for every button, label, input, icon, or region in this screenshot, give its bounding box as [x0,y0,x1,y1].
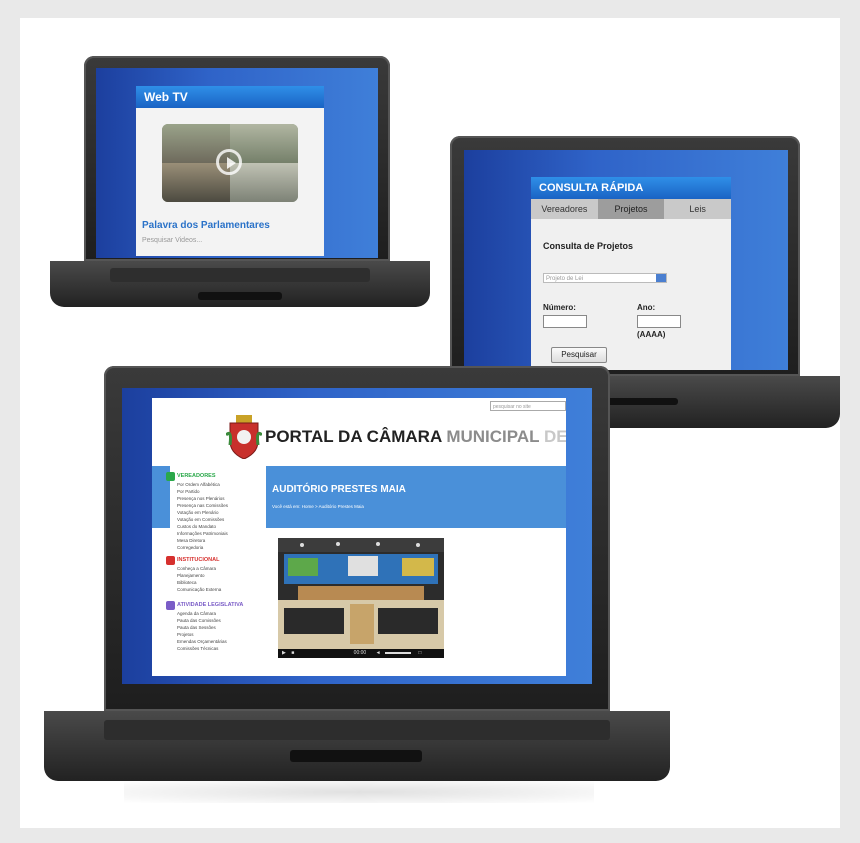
video-controls[interactable]: ▶ ■ 00:00 ◄ □ [278,649,444,658]
laptop-webtv: Web TV Palavra dos Parlamentares Pesquis… [50,56,430,326]
volume-slider[interactable] [384,651,411,654]
portal-page: pesquisar no site PORTAL DA CÂMARA MUNIC… [152,398,566,676]
webtv-search-link[interactable]: Pesquisar Videos... [142,237,202,244]
consulta-section-title: Consulta de Projetos [543,241,634,251]
consulta-header: CONSULTA RÁPIDA [531,177,731,199]
ano-format-hint: (AAAA) [637,330,666,339]
page-title: AUDITÓRIO PRESTES MAIA [272,484,406,495]
portal-title-part2: MUNICIPAL [446,427,540,446]
numero-input[interactable] [543,315,587,328]
institucional-icon [166,556,175,565]
ano-input[interactable] [637,315,681,328]
sidebar-item[interactable]: Comissões Técnicas [177,646,218,651]
fullscreen-icon[interactable]: □ [418,650,421,656]
portal-title: PORTAL DA CÂMARA MUNICIPAL DE SÃ [265,427,566,447]
sidebar-item[interactable]: Votação em Comissões [177,517,224,522]
play-icon[interactable] [216,149,242,175]
consulta-tabs: Vereadores Projetos Leis [531,199,731,219]
laptop-portal-screen: pesquisar no site PORTAL DA CÂMARA MUNIC… [122,388,592,684]
page-banner: AUDITÓRIO PRESTES MAIA Você está em: Hom… [266,466,566,528]
laptop-webtv-screen: Web TV Palavra dos Parlamentares Pesquis… [96,68,378,258]
sidebar-item[interactable]: Votação em Plenário [177,510,219,515]
numero-label: Número: [543,303,576,312]
sidebar-item[interactable]: Pauta das Sessões [177,625,216,630]
portal-title-part1: PORTAL DA CÂMARA [265,427,442,446]
section-vereadores[interactable]: VEREADORES [177,473,216,479]
auditorium-image [278,538,444,649]
sidebar-item[interactable]: Planejamento [177,573,205,578]
vereadores-icon [166,472,175,481]
webtv-caption-link[interactable]: Palavra dos Parlamentares [142,220,270,231]
webtv-widget: Web TV Palavra dos Parlamentares Pesquis… [136,86,324,256]
laptop-consulta-screen: CONSULTA RÁPIDA Vereadores Projetos Leis… [464,150,788,370]
sao-paulo-crest-icon [226,415,262,459]
sidebar-item[interactable]: Pauta das Comissões [177,618,221,623]
breadcrumb[interactable]: Você está em: Home > Auditório Prestes M… [272,504,364,509]
portal-title-part3: DE SÃ [543,427,566,446]
sidebar-item[interactable]: Por Ordem Alfabética [177,482,220,487]
project-type-select-value: Projeto de Lei [546,276,584,282]
tab-vereadores[interactable]: Vereadores [531,199,598,219]
tab-projetos[interactable]: Projetos [597,199,665,219]
sidebar-item[interactable]: Por Partido [177,489,200,494]
volume-icon[interactable]: ◄ [376,650,381,656]
sidebar-item[interactable]: Comunicação Externa [177,587,221,592]
webtv-header: Web TV [136,86,324,108]
sidebar-item[interactable]: Projetos [177,632,194,637]
ano-label: Ano: [637,303,656,312]
tab-leis[interactable]: Leis [664,199,731,219]
sidebar-item[interactable]: Presença nos Plenários [177,496,225,501]
section-atividade-legislativa[interactable]: ATIVIDADE LEGISLATIVA [177,602,243,608]
project-type-select[interactable]: Projeto de Lei [543,273,667,283]
sidebar-item[interactable]: Corregedoria [177,545,203,550]
atividade-legislativa-icon [166,601,175,610]
sidebar-item[interactable]: Mesa Diretora [177,538,205,543]
image-card: Web TV Palavra dos Parlamentares Pesquis… [20,18,840,828]
auditorium-video-player[interactable]: ▶ ■ 00:00 ◄ □ [278,538,444,658]
webtv-video-thumbnail[interactable] [162,124,298,202]
sidebar-item[interactable]: Informações Patrimoniais [177,531,228,536]
play-icon[interactable]: ▶ [282,650,286,656]
stop-icon[interactable]: ■ [291,650,294,656]
consulta-widget: CONSULTA RÁPIDA Vereadores Projetos Leis… [531,177,731,370]
sidebar-item[interactable]: Agenda da Câmara [177,611,216,616]
pesquisar-button[interactable]: Pesquisar [551,347,607,363]
section-institucional[interactable]: INSTITUCIONAL [177,557,219,563]
laptop-portal: pesquisar no site PORTAL DA CÂMARA MUNIC… [44,366,670,806]
sidebar-item[interactable]: Emendas Orçamentárias [177,639,227,644]
sidebar-item[interactable]: Biblioteca [177,580,197,585]
sidebar-item[interactable]: Conheça a Câmara [177,566,216,571]
sidebar-item[interactable]: Presença nas Comissões [177,503,228,508]
sidebar-item[interactable]: Custos do Mandato [177,524,216,529]
chevron-down-icon[interactable] [656,274,666,282]
video-time: 00:00 [353,650,367,656]
site-search-input[interactable]: pesquisar no site [490,401,566,411]
